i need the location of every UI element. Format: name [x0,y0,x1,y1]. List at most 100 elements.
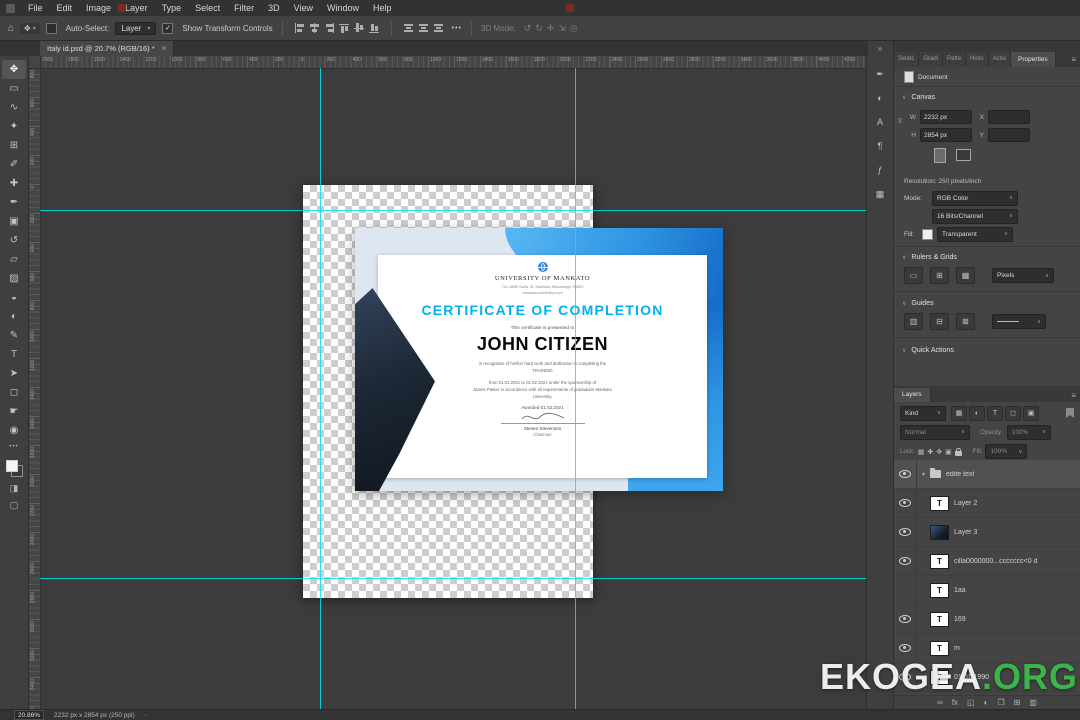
layer-row[interactable]: T Layer 2 [894,489,1080,518]
layer-name[interactable]: 169 [954,616,966,623]
lock-position-icon[interactable]: ✥ [936,448,942,456]
layer-row[interactable]: Layer 3 [894,518,1080,547]
canvas-viewport[interactable]: UNIVERSITY OF MANKATO 711-2880 Nulla St.… [40,68,868,710]
pen-tool[interactable]: ✎ [2,326,26,345]
link-dimensions-icon[interactable]: ∞ [895,118,904,124]
align-right-icon[interactable] [323,23,335,33]
mode-dropdown[interactable]: RGB Color ∨ [932,190,1018,206]
new-layer-icon[interactable]: ⊞ [1014,699,1021,707]
layer-mask-icon[interactable]: ◱ [967,699,975,707]
link-layers-icon[interactable]: ∞ [937,699,943,707]
width-input[interactable]: 2232 px [920,110,972,124]
menu-help[interactable]: Help [366,0,399,16]
layer-visibility-toggle[interactable] [894,518,917,546]
zoom-level-input[interactable]: 20.86% [14,710,45,720]
toggle-guides-icon[interactable]: ▥ [904,313,923,330]
chevron-right-icon[interactable]: › [145,712,147,719]
rulers-grids-section-header[interactable]: ∨ Rulers & Grids [902,250,1072,264]
paragraph-panel-icon[interactable]: ¶ [872,139,888,153]
fill-dropdown[interactable]: Transparent ∨ [937,226,1013,242]
menu-filter[interactable]: Filter [227,0,261,16]
layer-visibility-toggle[interactable] [894,489,917,517]
layer-name[interactable]: Layer 2 [954,500,977,507]
menu-type[interactable]: Type [155,0,189,16]
3d-orbit-icon[interactable]: ↺ [524,23,532,34]
distribute-bottom-icon[interactable] [432,23,444,33]
type-tool[interactable]: T [2,345,26,364]
filter-toggle-icon[interactable] [1066,408,1074,418]
clone-stamp-tool[interactable]: ▣ [2,212,26,231]
show-transform-checkbox[interactable]: ✓ [162,22,174,34]
layer-name[interactable]: m [954,645,960,652]
filter-type-layers-icon[interactable]: T [987,405,1003,421]
guide-horizontal[interactable] [40,578,868,579]
color-swatches[interactable] [5,460,23,477]
3d-scale-icon[interactable]: ◎ [570,23,578,34]
quick-selection-tool[interactable]: ✦ [2,117,26,136]
tab-histo[interactable]: Histo [966,52,989,67]
menu-edit[interactable]: Edit [50,0,80,16]
more-options-button[interactable]: ••• [452,25,462,32]
app-icon[interactable] [6,3,15,13]
auto-select-checkbox[interactable] [45,22,57,34]
menu-3d[interactable]: 3D [261,0,287,16]
menu-select[interactable]: Select [188,0,227,16]
filter-adjustment-layers-icon[interactable]: ◐ [969,405,985,421]
certificate-artwork[interactable]: UNIVERSITY OF MANKATO 711-2880 Nulla St.… [355,228,723,491]
layer-effects-icon[interactable]: fx [952,699,958,707]
layer-name[interactable]: Layer 3 [954,529,977,536]
lock-pixels-icon[interactable]: ✚ [927,448,933,456]
orientation-landscape-button[interactable] [956,149,971,161]
home-icon[interactable]: ⌂ [8,23,14,34]
ruler-origin-corner[interactable] [28,56,41,69]
filter-shape-layers-icon[interactable]: ◻ [1005,405,1021,421]
layer-row[interactable]: ▾ edite text [894,460,1080,489]
path-selection-tool[interactable]: ➤ [2,364,26,383]
3d-roll-icon[interactable]: ↻ [535,23,543,34]
panel-menu-icon[interactable]: ≡ [1071,55,1076,64]
layer-row[interactable]: Tcilla0000000...ccccccc<0 d [894,547,1080,576]
edit-toolbar-button[interactable]: ••• [9,444,18,450]
shape-tool[interactable]: ◻ [2,383,26,402]
lock-guides-icon[interactable]: ⊟ [930,313,949,330]
opacity-dropdown[interactable]: 100% ∨ [1006,424,1051,440]
align-left-icon[interactable] [293,23,305,33]
healing-brush-tool[interactable]: ✚ [2,174,26,193]
adjustment-layer-icon[interactable]: ◐ [984,699,989,707]
panel-menu-icon[interactable]: ≡ [1071,391,1076,400]
layer-row[interactable]: T 1aa [894,576,1080,605]
distribute-v-middle-icon[interactable] [417,23,429,33]
align-v-middle-icon[interactable] [353,23,365,33]
document-tab[interactable]: Italy id.psd @ 20.7% (RGB/16) * × [40,40,175,56]
history-brush-tool[interactable]: ↺ [2,231,26,250]
layer-name[interactable]: 1aa [954,587,966,594]
quick-mask-icon[interactable]: ◨ [10,483,19,494]
tab-actio[interactable]: Actio [988,52,1012,67]
layer-visibility-toggle[interactable] [894,547,917,575]
tab-properties[interactable]: Properties [1011,52,1056,67]
3d-pan-icon[interactable]: ✛ [547,23,555,34]
layer-visibility-toggle[interactable] [894,605,917,633]
layer-kind-dropdown[interactable]: Kind ∨ [900,405,946,421]
tab-swatc[interactable]: Swatc [894,52,920,67]
lasso-tool[interactable]: ∿ [2,98,26,117]
distribute-top-icon[interactable] [402,23,414,33]
collapse-panels-icon[interactable]: » [872,43,888,53]
quick-actions-section-header[interactable]: ∨ Quick Actions [902,343,1072,357]
filter-pixel-layers-icon[interactable]: ▦ [951,405,967,421]
toggle-grid-icon[interactable]: ⊞ [930,267,949,284]
close-icon[interactable]: × [162,44,167,53]
layer-name[interactable]: edite text [946,471,974,478]
eyedropper-tool[interactable]: ✐ [2,155,26,174]
lock-transparency-icon[interactable]: ▦ [918,448,925,456]
menu-image[interactable]: Image [79,0,118,16]
guides-section-header[interactable]: ∨ Guides [902,296,1072,310]
x-input[interactable] [988,110,1030,124]
layer-fill-dropdown[interactable]: 100% ∨ [985,444,1028,459]
move-tool[interactable]: ✥ [2,60,26,79]
blur-tool[interactable]: ◒ [2,288,26,307]
adjustments-icon[interactable]: ◐ [872,91,888,105]
marquee-tool[interactable]: ▭ [2,79,26,98]
orientation-portrait-button[interactable] [934,147,946,163]
tab-gradi[interactable]: Gradi [919,52,944,67]
